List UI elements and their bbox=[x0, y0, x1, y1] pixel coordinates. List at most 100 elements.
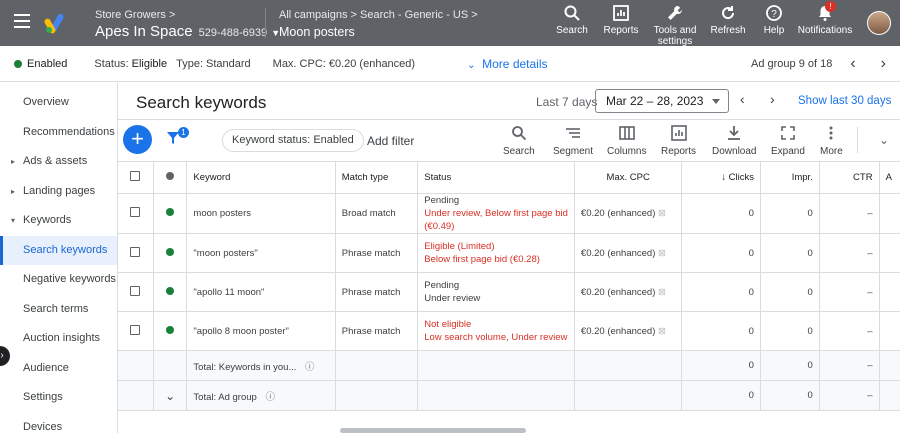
nav-item-keywords[interactable]: ▾ Keywords bbox=[0, 206, 117, 235]
prev-date-button[interactable]: ‹ bbox=[740, 91, 745, 107]
row-checkbox[interactable] bbox=[130, 324, 141, 335]
refresh-button[interactable]: Refresh bbox=[702, 4, 754, 47]
nav-item-label: Overview bbox=[23, 96, 69, 108]
avatar[interactable] bbox=[867, 11, 891, 35]
col-max-cpc[interactable]: Max. CPC bbox=[574, 161, 683, 194]
add-filter-button[interactable]: Add filter bbox=[367, 134, 414, 148]
enabled-status-icon[interactable] bbox=[166, 247, 175, 256]
total-label: Total: Ad group bbox=[193, 391, 257, 403]
chevron-down-icon[interactable]: ⌄ bbox=[165, 389, 175, 403]
max-cpc-cell[interactable]: €0.20 (enhanced) bbox=[581, 248, 655, 259]
reports-icon bbox=[613, 5, 629, 21]
max-cpc-cell[interactable]: €0.20 (enhanced) bbox=[581, 208, 655, 219]
add-keyword-button[interactable]: + bbox=[123, 125, 152, 154]
col-clicks[interactable]: ↓ Clicks bbox=[681, 161, 761, 194]
keyword-status-chip[interactable]: Keyword status: Enabled bbox=[222, 129, 364, 152]
nav-item-overview[interactable]: Overview bbox=[0, 88, 117, 117]
date-range-select[interactable]: Mar 22 – 28, 2023 bbox=[595, 89, 729, 113]
status-detail: Under review, Below first page bid bbox=[424, 208, 568, 219]
table-row[interactable]: "apollo 11 moon" Phrase match Pending Und… bbox=[118, 272, 900, 312]
enabled-dropdown[interactable]: Enabled bbox=[27, 58, 67, 70]
reports-button[interactable]: Reports bbox=[594, 4, 648, 47]
row-checkbox[interactable] bbox=[130, 207, 141, 217]
horizontal-scrollbar[interactable] bbox=[340, 428, 526, 433]
help-icon[interactable]: ⓘ bbox=[305, 362, 315, 373]
help-button[interactable]: ? Help bbox=[754, 4, 794, 47]
keyword-cell[interactable]: "moon posters" bbox=[186, 233, 336, 273]
keyword-cell[interactable]: "apollo 8 moon poster" bbox=[186, 311, 336, 351]
chevron-down-icon[interactable]: ⌄ bbox=[879, 133, 889, 147]
prev-adgroup-button[interactable]: ‹ bbox=[850, 55, 855, 73]
nav-item-search-terms[interactable]: Search terms bbox=[0, 295, 117, 324]
help-icon[interactable]: ⓘ bbox=[265, 392, 275, 403]
tools-button[interactable]: Tools and settings bbox=[648, 4, 702, 47]
divider bbox=[857, 127, 858, 153]
type-label: Type: bbox=[176, 57, 203, 70]
google-ads-logo-icon[interactable] bbox=[44, 11, 68, 35]
download-icon bbox=[728, 126, 741, 140]
segment-button[interactable]: Segment bbox=[553, 125, 593, 157]
keyword-cell[interactable]: moon posters bbox=[186, 193, 336, 234]
col-impr[interactable]: Impr. bbox=[760, 161, 820, 194]
columns-button[interactable]: Columns bbox=[607, 125, 646, 157]
nav-item-audience[interactable]: Audience bbox=[0, 354, 117, 383]
chart-disabled-icon: ⊠ bbox=[658, 208, 666, 219]
clicks-cell: 0 bbox=[681, 233, 761, 273]
col-clicks-label: Clicks bbox=[728, 172, 754, 183]
row-checkbox[interactable] bbox=[130, 246, 141, 257]
next-adgroup-button[interactable]: › bbox=[881, 55, 886, 73]
columns-label: Columns bbox=[607, 146, 647, 157]
row-checkbox[interactable] bbox=[130, 285, 141, 296]
match-type-cell: Phrase match bbox=[335, 272, 419, 312]
reports-tool-button[interactable]: Reports bbox=[661, 125, 696, 157]
wrench-icon bbox=[668, 6, 682, 20]
enabled-status-icon[interactable] bbox=[166, 325, 175, 334]
nav-item-negative-keywords[interactable]: Negative keywords bbox=[0, 265, 117, 294]
reports-label: Reports bbox=[603, 25, 639, 36]
campaign-breadcrumb[interactable]: All campaigns > Search - Generic - US > … bbox=[279, 9, 478, 39]
chevron-right-icon: ▸ bbox=[11, 187, 16, 196]
search-tool-button[interactable]: Search bbox=[503, 125, 535, 157]
adgroup-name: Moon posters bbox=[279, 25, 355, 39]
nav-item-ads-assets[interactable]: ▸ Ads & assets bbox=[0, 147, 117, 176]
menu-icon[interactable] bbox=[14, 14, 30, 28]
enabled-status-icon[interactable] bbox=[166, 286, 175, 295]
date-label: Last 7 days bbox=[536, 95, 598, 109]
account-switcher[interactable]: Store Growers > Apes In Space 529-488-693… bbox=[95, 9, 280, 40]
table-row[interactable]: "moon posters" Phrase match Eligible (Li… bbox=[118, 233, 900, 273]
next-date-button[interactable]: › bbox=[770, 91, 775, 107]
search-button[interactable]: Search bbox=[550, 4, 594, 47]
show-last-30-days-link[interactable]: Show last 30 days bbox=[798, 95, 891, 107]
nav-item-label: Landing pages bbox=[23, 185, 96, 197]
nav-item-search-keywords[interactable]: Search keywords bbox=[0, 236, 117, 265]
chevron-down-icon: ⌄ bbox=[467, 59, 476, 71]
table-row[interactable]: moon posters Broad match Pending Under re… bbox=[118, 193, 900, 234]
more-button[interactable]: More bbox=[820, 125, 843, 157]
impr-cell: 0 bbox=[760, 311, 820, 351]
nav-item-auction-insights[interactable]: Auction insights bbox=[0, 324, 117, 353]
nav-item-landing-pages[interactable]: ▸ Landing pages bbox=[0, 177, 117, 206]
select-all-checkbox[interactable] bbox=[130, 171, 141, 181]
max-cpc-cell[interactable]: €0.20 (enhanced) bbox=[581, 287, 655, 298]
enabled-status-icon bbox=[14, 59, 22, 68]
notifications-button[interactable]: ! Notifications bbox=[794, 1, 856, 47]
expand-button[interactable]: Expand bbox=[771, 125, 805, 157]
clicks-cell: 0 bbox=[681, 193, 761, 234]
enabled-status-icon[interactable] bbox=[166, 208, 175, 216]
more-label: More bbox=[820, 146, 843, 157]
col-match-type[interactable]: Match type bbox=[335, 161, 419, 194]
nav-item-recommendations[interactable]: Recommendations bbox=[0, 118, 117, 147]
nav-item-devices[interactable]: Devices bbox=[0, 413, 117, 433]
keyword-cell[interactable]: "apollo 11 moon" bbox=[186, 272, 336, 312]
col-status[interactable]: Status bbox=[417, 161, 575, 194]
campaign-crumb[interactable]: All campaigns > Search - Generic - US bbox=[279, 9, 468, 21]
total-row: Total: Keywords in you... ⓘ 0 0 – bbox=[118, 350, 900, 381]
col-ctr[interactable]: CTR bbox=[819, 161, 880, 194]
col-keyword[interactable]: Keyword bbox=[186, 161, 336, 194]
max-cpc-cell[interactable]: €0.20 (enhanced) bbox=[581, 326, 655, 337]
table-row[interactable]: "apollo 8 moon poster" Phrase match Not … bbox=[118, 311, 900, 351]
nav-item-settings[interactable]: Settings bbox=[0, 383, 117, 412]
download-button[interactable]: Download bbox=[712, 125, 756, 157]
account-crumb[interactable]: Store Growers bbox=[95, 9, 166, 21]
more-details-button[interactable]: ⌄ More details bbox=[467, 57, 547, 71]
